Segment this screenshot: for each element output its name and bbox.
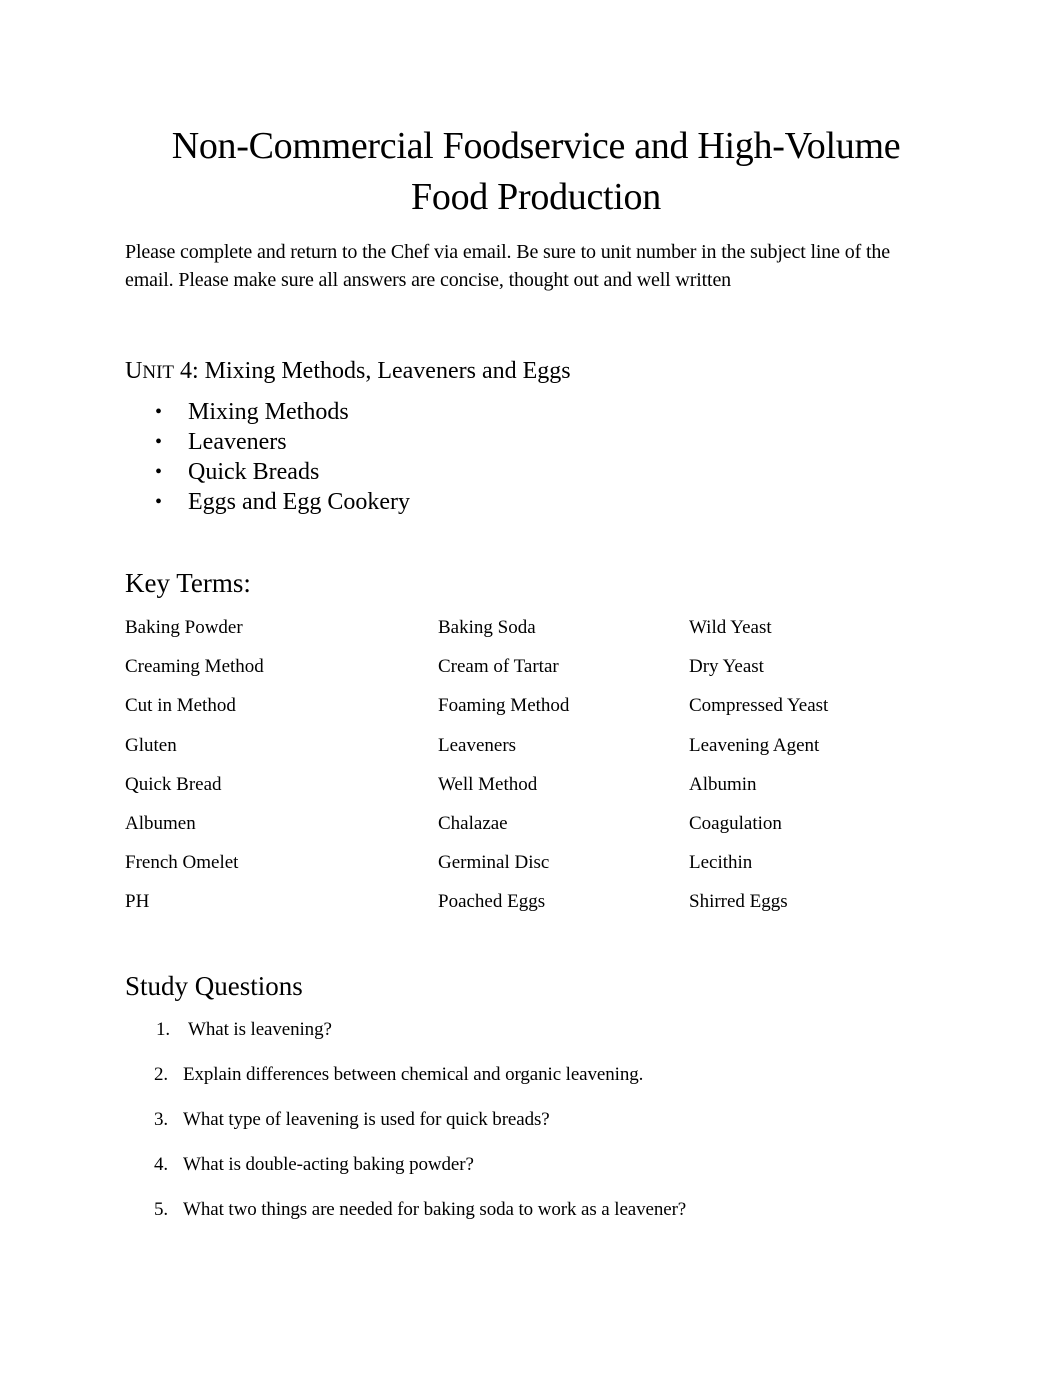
key-term: Albumin	[689, 773, 757, 795]
key-term: Lecithin	[689, 852, 753, 874]
key-term: Baking Soda	[438, 617, 536, 638]
topic-text: Eggs and Egg Cookery	[188, 489, 410, 515]
key-term: Dry Yeast	[689, 656, 764, 678]
document-page: Non-Commercial Foodservice and High-Volu…	[0, 0, 1062, 1377]
bullet-icon: •	[155, 491, 163, 513]
question-text: Explain differences between chemical and…	[183, 1064, 644, 1085]
question-text: What is double-acting baking powder?	[183, 1154, 474, 1175]
bullet-icon: •	[155, 431, 163, 453]
unit-heading: UNIT 4: Mixing Methods, Leaveners and Eg…	[125, 355, 571, 389]
topic-text: Leaveners	[188, 429, 287, 455]
key-term: Albumen	[125, 812, 196, 834]
key-terms-row: Creaming Method Cream of Tartar Dry Yeas…	[125, 654, 885, 693]
bullet-icon: •	[155, 461, 163, 483]
question-number: 4.	[154, 1154, 169, 1175]
key-terms-row: Cut in Method Foaming Method Compressed …	[125, 693, 885, 732]
question-number: 5.	[154, 1199, 169, 1220]
title-line-2: Food Production	[411, 176, 661, 218]
key-term: Well Method	[438, 773, 538, 795]
key-terms-row: Quick Bread Well Method Albumin	[125, 772, 885, 811]
key-term: Coagulation	[689, 812, 782, 834]
key-term: Germinal Disc	[438, 852, 550, 874]
key-term: Compressed Yeast	[689, 695, 829, 717]
bullet-icon: •	[155, 401, 163, 423]
key-terms-row: French Omelet Germinal Disc Lecithin	[125, 850, 885, 889]
key-term: Chalazae	[438, 812, 508, 834]
title-line-1: Non-Commercial Foodservice and High-Volu…	[171, 125, 901, 167]
instructions-paragraph: Please complete and return to the Chef v…	[125, 241, 890, 291]
key-term: Cream of Tartar	[438, 656, 559, 678]
unit-label-smallcaps: NIT	[142, 362, 174, 383]
unit-label-initial: U	[125, 358, 143, 384]
key-term: Wild Yeast	[689, 617, 772, 638]
question-number: 2.	[154, 1064, 169, 1085]
unit-title: 4: Mixing Methods, Leaveners and Eggs	[174, 358, 571, 384]
key-terms-grid: Baking Powder Baking Soda Wild Yeast Cre…	[125, 615, 885, 929]
question-number: 3.	[154, 1109, 169, 1130]
topic-text: Mixing Methods	[188, 399, 349, 425]
key-terms-row: Albumen Chalazae Coagulation	[125, 811, 885, 850]
question-number: 1.	[156, 1019, 171, 1040]
key-term: PH	[125, 891, 150, 913]
key-terms-heading: Key Terms:	[125, 568, 251, 598]
key-terms-row: PH Poached Eggs Shirred Eggs	[125, 889, 885, 928]
topic-text: Quick Breads	[188, 459, 320, 485]
study-questions-heading: Study Questions	[125, 971, 303, 1001]
key-term: Leaveners	[438, 734, 517, 756]
key-term: Quick Bread	[125, 773, 222, 795]
key-term: Cut in Method	[125, 695, 236, 717]
key-term: Gluten	[125, 734, 177, 756]
key-terms-row: Baking Powder Baking Soda Wild Yeast	[125, 615, 885, 654]
question-text: What is leavening?	[188, 1019, 332, 1040]
key-term: Shirred Eggs	[689, 891, 788, 913]
question-text: What type of leavening is used for quick…	[183, 1109, 550, 1130]
key-term: Leavening Agent	[689, 734, 820, 756]
key-term: Poached Eggs	[438, 891, 546, 913]
key-term: French Omelet	[125, 852, 239, 874]
key-term: Foaming Method	[438, 695, 570, 717]
key-term: Creaming Method	[125, 656, 264, 678]
question-text: What two things are needed for baking so…	[183, 1199, 687, 1220]
key-terms-row: Gluten Leaveners Leavening Agent	[125, 733, 885, 772]
key-term: Baking Powder	[125, 617, 243, 638]
document-title: Non-Commercial Foodservice and High-Volu…	[125, 121, 947, 223]
